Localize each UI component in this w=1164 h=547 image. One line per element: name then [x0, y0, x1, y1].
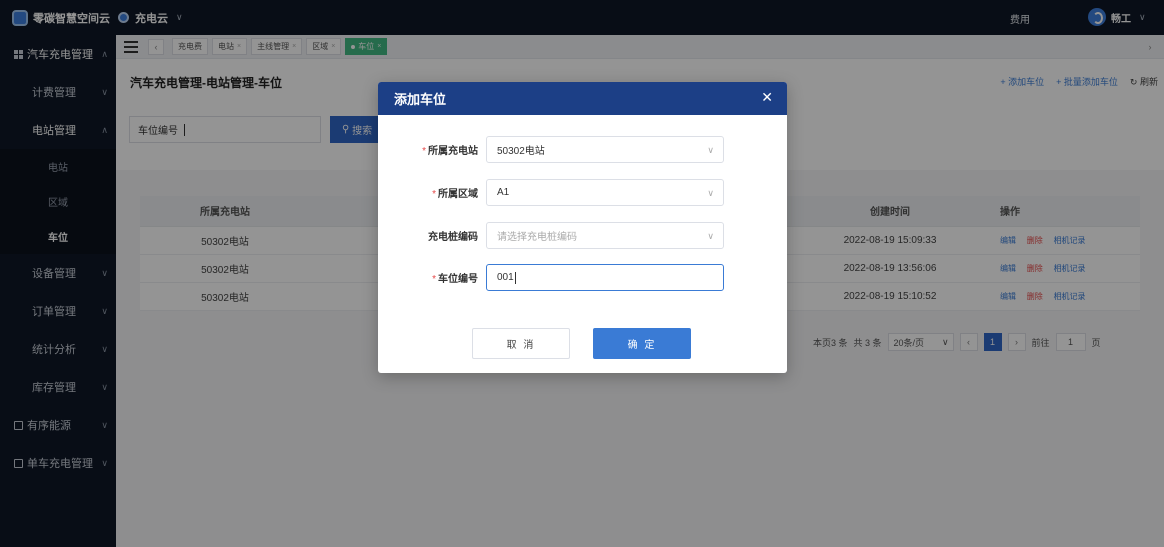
- area-select-value: A1: [497, 187, 510, 198]
- pile-code-placeholder: 请选择充电桩编码: [497, 232, 577, 243]
- station-label: * 所属充电站: [422, 146, 478, 157]
- text-caret: [514, 271, 516, 284]
- station-select-value: 50302电站: [497, 146, 545, 157]
- form-row-spot: * 车位编号 001: [378, 264, 787, 291]
- chevron-down-icon: ∨: [707, 145, 714, 155]
- close-icon[interactable]: ✕: [761, 89, 773, 106]
- cancel-button[interactable]: 取 消: [472, 328, 570, 359]
- area-select[interactable]: A1 ∨: [486, 179, 724, 206]
- spot-label: * 车位编号: [432, 274, 478, 285]
- pile-code-select[interactable]: 请选择充电桩编码 ∨: [486, 222, 724, 249]
- form-row-area: * 所属区域 A1 ∨: [378, 179, 787, 206]
- add-parking-spot-dialog: 添加车位 ✕ * 所属充电站 50302电站 ∨ * 所属区域 A1 ∨ 充电桩编码…: [378, 82, 787, 373]
- parking-spot-number-input[interactable]: 001: [486, 264, 724, 291]
- required-marker: *: [432, 274, 436, 285]
- area-label: * 所属区域: [432, 189, 478, 200]
- form-row-pile: 充电桩编码 请选择充电桩编码 ∨: [378, 222, 787, 249]
- form-row-station: * 所属充电站 50302电站 ∨: [378, 136, 787, 163]
- pile-label: 充电桩编码: [428, 232, 478, 243]
- dialog-title: 添加车位: [394, 92, 447, 107]
- chevron-down-icon: ∨: [707, 188, 714, 198]
- confirm-button[interactable]: 确 定: [593, 328, 691, 359]
- dialog-header: 添加车位 ✕: [378, 82, 787, 115]
- spot-number-value: 001: [497, 272, 514, 283]
- required-marker: *: [422, 146, 426, 157]
- required-marker: *: [432, 189, 436, 200]
- station-select[interactable]: 50302电站 ∨: [486, 136, 724, 163]
- chevron-down-icon: ∨: [707, 231, 714, 241]
